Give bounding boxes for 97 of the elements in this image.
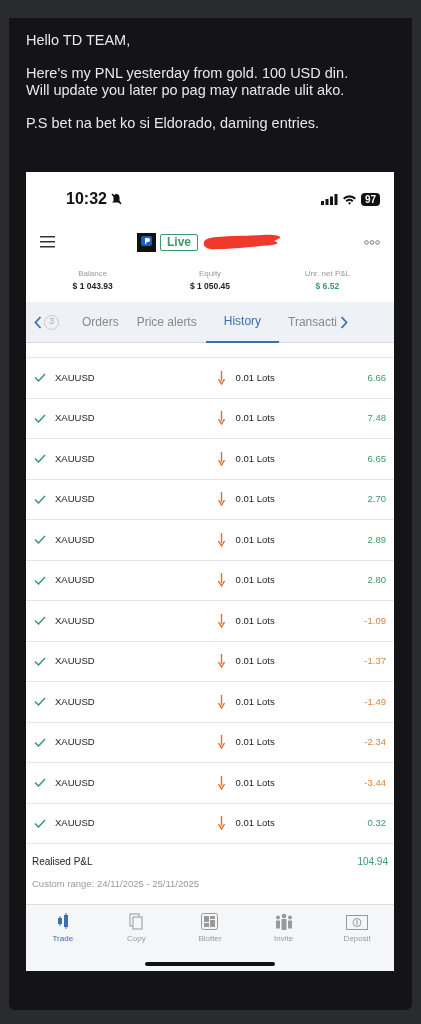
check-icon [34,656,46,666]
arrow-down-icon [217,532,225,547]
account-value: $ 1 050.45 [188,280,232,293]
pnl-value: 2.89 [367,532,386,547]
symbol-text: XAUUSD [55,451,95,466]
greeting-text: Hello TD TEAM, [26,32,132,49]
check-icon [34,494,46,504]
arrow-down-icon [217,573,225,588]
pnl-value: -1.37 [364,654,386,669]
pnl-value: 7.48 [367,411,386,426]
signal-icon [320,193,338,205]
arrow-down-icon [217,816,225,831]
lots-text: 0.01 Lots [235,654,275,669]
account-value: $ 6.52 [314,280,341,293]
arrow-down-icon [217,654,225,669]
account-label: Equity [197,268,223,280]
date-range-text: Custom range: 24/11/2025 - 25/11/2025 [32,877,201,891]
arrow-down-icon [217,370,225,385]
lots-text: 0.01 Lots [235,613,275,628]
summary-value: 104.94 [357,855,388,869]
wifi-icon [341,193,357,205]
tab[interactable]: Orders [73,301,128,343]
postscript-text: P.S bet na bet ko si Eldorado, daming entries. [26,115,321,132]
arrow-down-icon [217,411,225,426]
pnl-value: 2.70 [367,492,386,507]
nav-tab[interactable]: Trade [26,911,100,945]
symbol-text: XAUUSD [55,694,95,709]
nav-tab[interactable]: Invite [246,911,321,945]
arrow-down-icon [217,775,225,790]
check-icon [34,737,46,747]
banknote-icon [346,915,369,930]
lots-text: 0.01 Lots [235,411,275,426]
tab[interactable]: History [205,301,280,343]
account-label: Balance [77,268,109,280]
pnl-value: -2.34 [364,735,386,750]
account-label: Unr. net P&L [303,268,351,280]
grid-icon [201,913,219,930]
symbol-text: XAUUSD [55,735,95,750]
symbol-text: XAUUSD [55,654,95,669]
check-icon [34,778,46,788]
candlestick-icon [56,912,69,930]
message-text: Here's my PNL yesterday from gold. 100 USD din. Will update you later po pag may natrade ulit ako. [26,65,350,99]
lots-text: 0.01 Lots [235,492,275,507]
people-icon [274,913,293,930]
nav-tab[interactable]: Copy [99,911,174,945]
more-icon [364,239,380,245]
nav-tab[interactable]: Blotter [173,911,247,945]
check-icon [34,616,46,626]
lots-text: 0.01 Lots [235,451,275,466]
symbol-text: XAUUSD [55,816,95,831]
pnl-value: 6.65 [367,451,386,466]
arrow-down-icon [217,613,225,628]
lots-text: 0.01 Lots [235,694,275,709]
lots-text: 0.01 Lots [235,775,275,790]
bell-muted-icon [110,193,122,205]
copy-icon [129,913,144,930]
symbol-text: XAUUSD [55,370,95,385]
lots-text: 0.01 Lots [235,573,275,588]
check-icon [34,575,46,585]
symbol-text: XAUUSD [55,492,95,507]
tab[interactable]: Price alerts [127,301,206,343]
pnl-value: -1.49 [364,694,386,709]
tab[interactable]: Transacti [279,301,346,343]
pnl-value: -3.44 [364,775,386,790]
check-icon [34,697,46,707]
arrow-down-icon [217,492,225,507]
check-icon [34,413,46,423]
summary-label: Realised P&L [32,855,93,869]
symbol-text: XAUUSD [55,613,95,628]
symbol-text: XAUUSD [55,573,95,588]
symbol-text: XAUUSD [55,532,95,547]
arrow-down-icon [217,451,225,466]
account-type-badge: Live [160,233,198,251]
symbol-text: XAUUSD [55,411,95,426]
pnl-value: 0.32 [367,816,386,831]
battery-level: 97 [360,192,380,206]
app-logo-icon [137,232,156,252]
arrow-down-icon [217,694,225,709]
menu-icon [40,236,55,248]
check-icon [34,454,46,464]
nav-tab[interactable]: Deposit [320,911,394,945]
lots-text: 0.01 Lots [235,370,275,385]
chevron-left-icon [34,315,42,329]
status-time: 10:32 [66,189,107,209]
check-icon [34,373,46,383]
symbol-text: XAUUSD [55,775,95,790]
pnl-value: -1.09 [364,613,386,628]
pnl-value: 2.80 [367,573,386,588]
arrow-down-icon [217,735,225,750]
check-icon [34,818,46,828]
lots-text: 0.01 Lots [235,816,275,831]
lots-text: 0.01 Lots [235,532,275,547]
chevron-right-icon [339,315,348,329]
pnl-value: 6.66 [367,370,386,385]
lots-text: 0.01 Lots [235,735,275,750]
check-icon [34,535,46,545]
account-value: $ 1 043.93 [71,280,114,293]
